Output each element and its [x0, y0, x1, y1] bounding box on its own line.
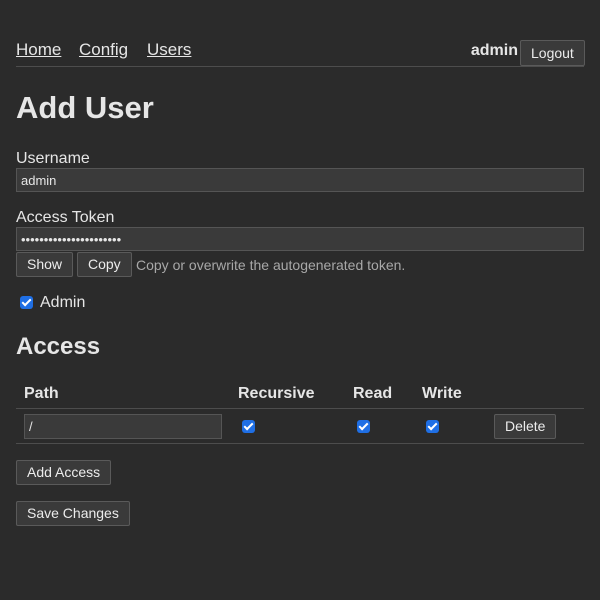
username-field[interactable] — [16, 168, 584, 192]
access-token-label: Access Token — [16, 209, 115, 226]
column-read: Read — [353, 385, 393, 402]
nav-link-users[interactable]: Users — [147, 40, 191, 60]
admin-label: Admin — [40, 294, 86, 311]
access-token-field[interactable] — [16, 227, 584, 251]
current-user: admin — [470, 42, 518, 59]
access-heading: Access — [16, 333, 101, 360]
logout-button[interactable]: Logout — [520, 40, 585, 66]
column-write: Write — [422, 385, 462, 402]
column-recursive: Recursive — [238, 385, 315, 402]
recursive-checkbox[interactable] — [242, 420, 255, 433]
column-path: Path — [24, 385, 59, 402]
nav-link-config[interactable]: Config — [79, 40, 128, 60]
write-checkbox[interactable] — [426, 420, 439, 433]
username-label: Username — [16, 150, 90, 167]
delete-access-button[interactable]: Delete — [494, 414, 557, 439]
admin-checkbox[interactable] — [20, 296, 33, 309]
table-row-divider — [16, 443, 584, 444]
show-token-button[interactable]: Show — [16, 252, 74, 277]
copy-token-button[interactable]: Copy — [77, 252, 132, 277]
path-input[interactable] — [24, 414, 222, 439]
top-nav: Home Config Users admin — [16, 38, 584, 67]
save-changes-button[interactable]: Save Changes — [16, 501, 130, 526]
nav-link-home[interactable]: Home — [16, 40, 61, 60]
table-header-divider — [16, 408, 584, 409]
read-checkbox[interactable] — [357, 420, 370, 433]
token-hint: Copy or overwrite the autogenerated toke… — [136, 257, 406, 273]
page-title: Add User — [16, 90, 154, 125]
add-access-button[interactable]: Add Access — [16, 460, 112, 485]
